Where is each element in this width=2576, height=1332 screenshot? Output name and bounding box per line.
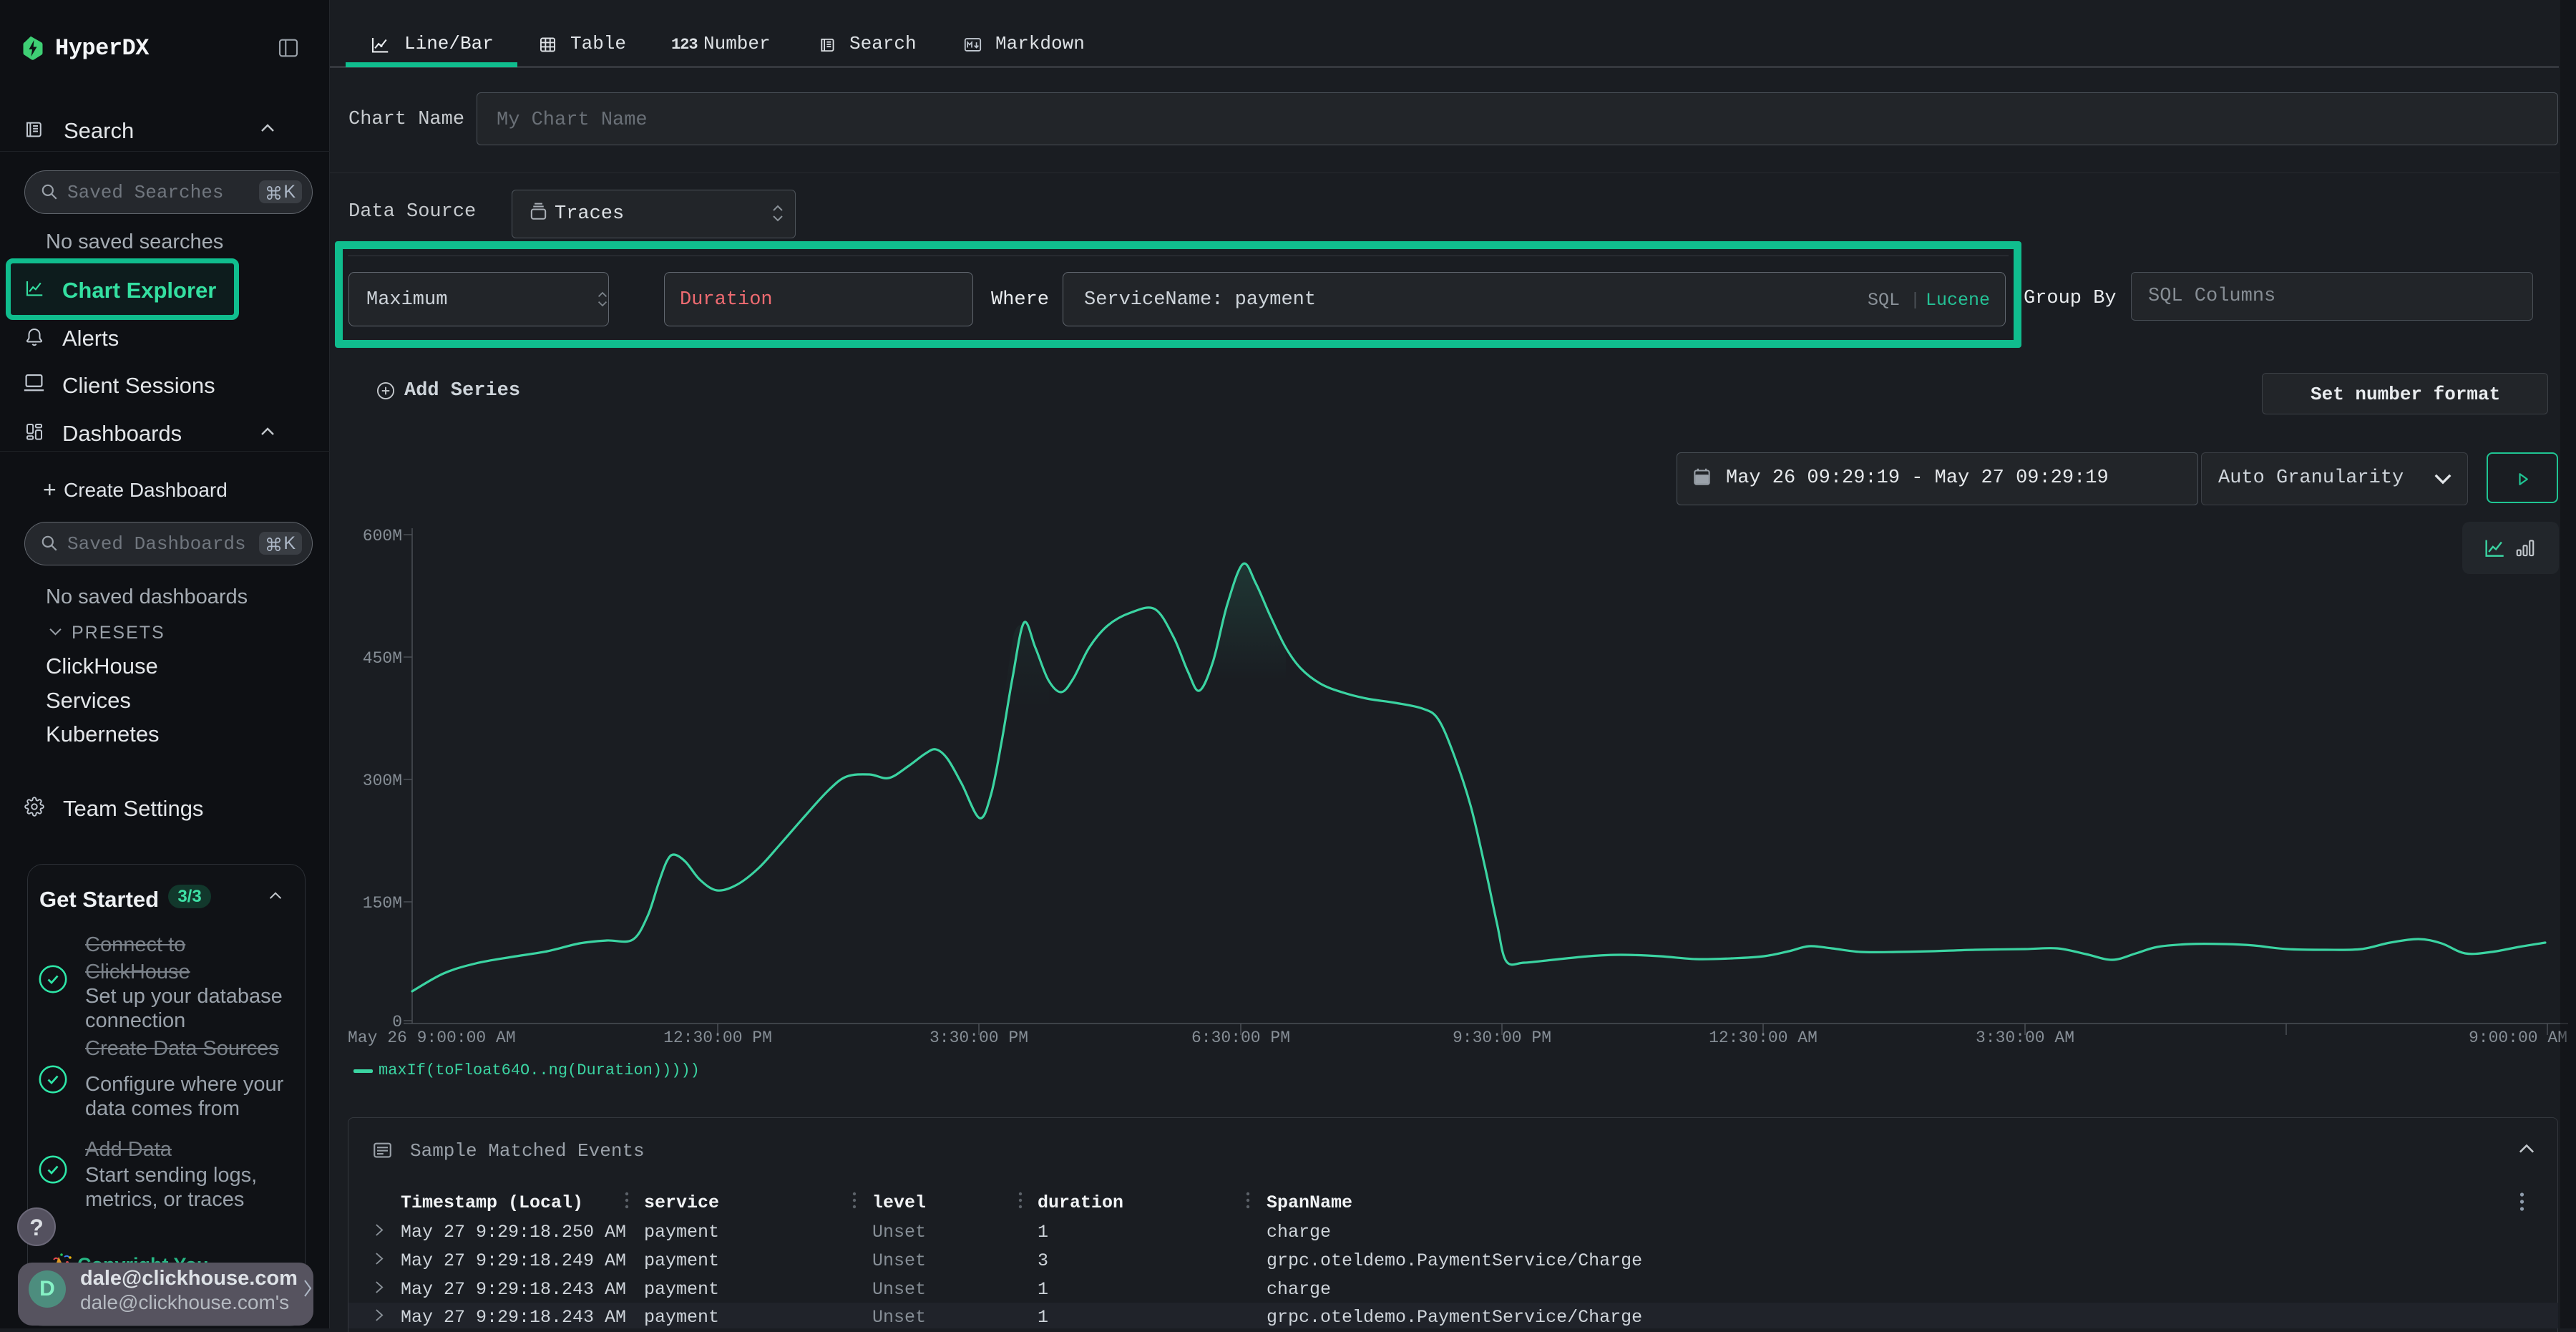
svg-text:600M: 600M: [363, 527, 402, 545]
svg-text:150M: 150M: [363, 894, 402, 913]
svg-text:6:30:00 PM: 6:30:00 PM: [1191, 1029, 1290, 1047]
svg-text:9:00:00 AM: 9:00:00 AM: [2469, 1029, 2567, 1047]
svg-text:12:30:00 PM: 12:30:00 PM: [663, 1029, 772, 1047]
svg-text:300M: 300M: [363, 772, 402, 790]
svg-text:9:30:00 PM: 9:30:00 PM: [1453, 1029, 1551, 1047]
svg-text:12:30:00 AM: 12:30:00 AM: [1709, 1029, 1818, 1047]
svg-text:450M: 450M: [363, 649, 402, 668]
svg-text:3:30:00 PM: 3:30:00 PM: [930, 1029, 1028, 1047]
svg-text:May 26 9:00:00 AM: May 26 9:00:00 AM: [348, 1029, 516, 1047]
svg-text:3:30:00 AM: 3:30:00 AM: [1976, 1029, 2074, 1047]
